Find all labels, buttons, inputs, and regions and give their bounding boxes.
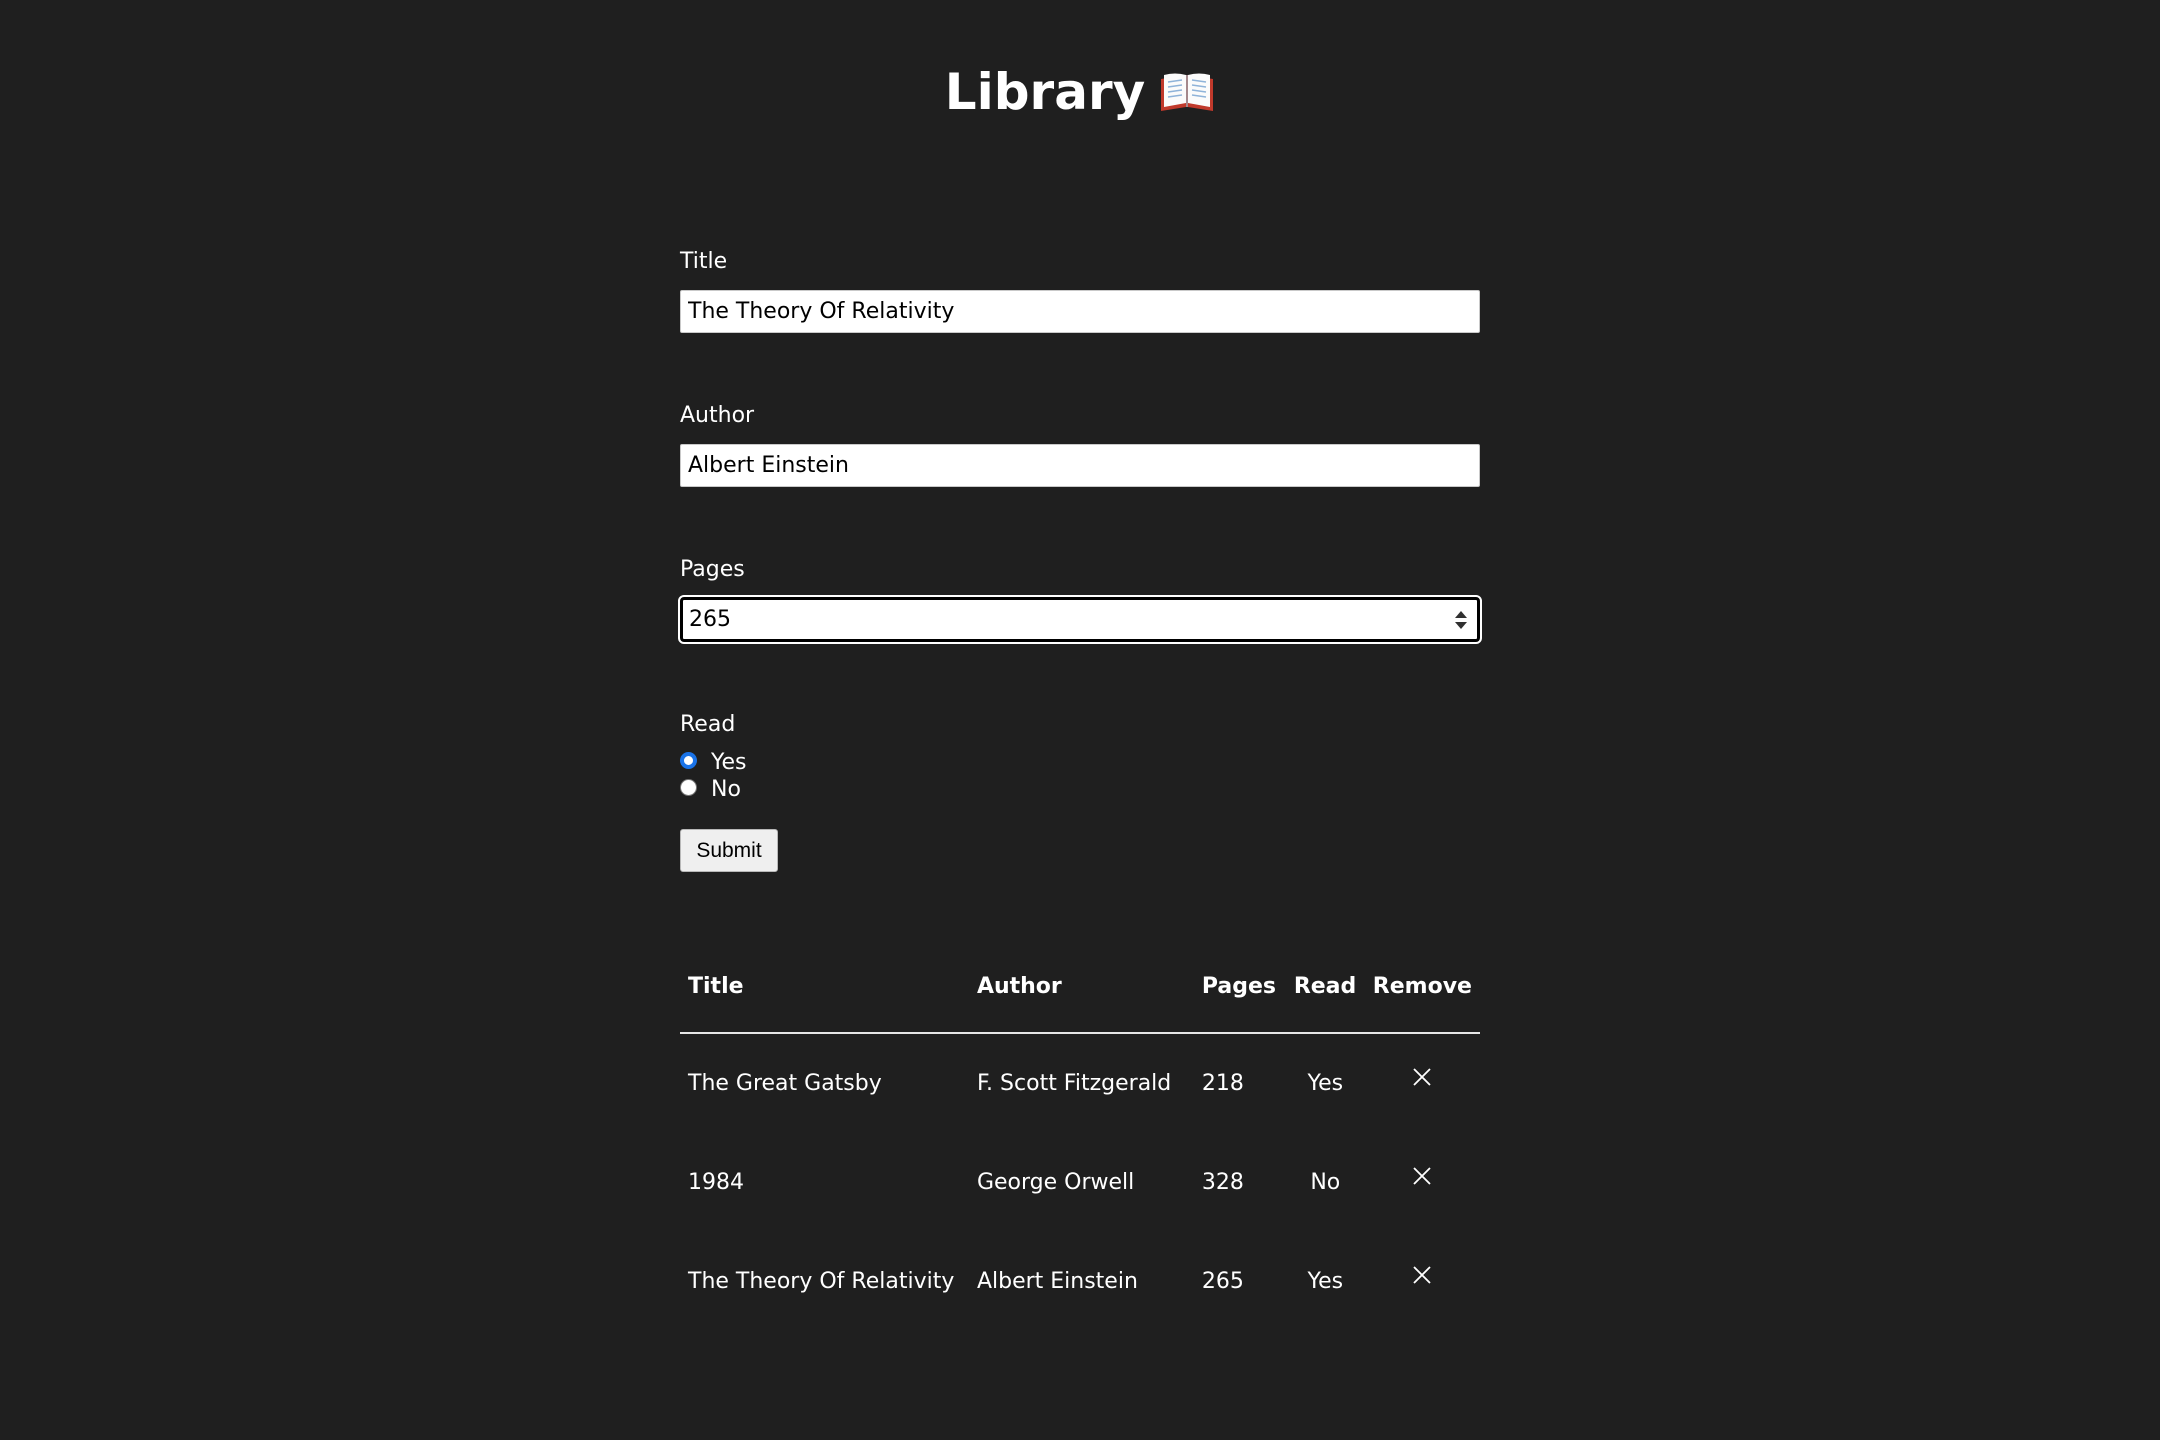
table-header-row: Title Author Pages Read Remove (680, 940, 1480, 1034)
add-book-form: Title Author Pages Read Yes No Submit (678, 246, 1482, 872)
cell-title: The Theory Of Relativity (688, 1269, 955, 1294)
author-input[interactable] (680, 444, 1480, 487)
cell-pages: 328 (1201, 1170, 1244, 1195)
cell-pages: 265 (1201, 1269, 1244, 1294)
title-input[interactable] (680, 290, 1480, 333)
cell-author: Albert Einstein (976, 1269, 1138, 1294)
table-row: The Great Gatsby F. Scott Fitzgerald 218… (680, 1033, 1480, 1133)
cell-title: 1984 (688, 1170, 744, 1195)
table-row: 1984 George Orwell 328 No (680, 1133, 1480, 1232)
read-no-label: No (711, 777, 741, 802)
pages-label: Pages (680, 557, 745, 582)
page-title: Library (945, 52, 1215, 132)
read-option-yes[interactable]: Yes (680, 749, 1480, 776)
read-label: Read (680, 712, 736, 737)
cell-read: Yes (1307, 1269, 1344, 1294)
page-header: Library (0, 52, 2160, 132)
books-table: Title Author Pages Read Remove The Great… (680, 940, 1480, 1331)
cell-author: George Orwell (976, 1170, 1135, 1195)
read-yes-label: Yes (711, 750, 747, 775)
submit-button[interactable]: Submit (680, 829, 778, 872)
close-icon[interactable] (1413, 1265, 1432, 1284)
read-yes-radio[interactable] (680, 752, 697, 769)
close-icon[interactable] (1413, 1166, 1432, 1185)
page-title-text: Library (944, 63, 1146, 121)
column-header-pages: Pages (1193, 940, 1286, 1034)
column-header-title: Title (680, 940, 969, 1034)
pages-input[interactable] (678, 595, 1482, 644)
table-row: The Theory Of Relativity Albert Einstein… (680, 1232, 1480, 1331)
cell-remove (1365, 1133, 1480, 1232)
column-header-author: Author (968, 940, 1194, 1034)
cell-remove (1365, 1232, 1480, 1331)
cell-author: F. Scott Fitzgerald (976, 1071, 1172, 1096)
cell-read: No (1310, 1170, 1341, 1195)
close-icon[interactable] (1413, 1067, 1432, 1086)
open-book-icon (1159, 56, 1215, 111)
read-option-no[interactable]: No (680, 776, 1480, 803)
title-label: Title (680, 249, 728, 274)
cell-remove (1365, 1033, 1480, 1133)
cell-title: The Great Gatsby (688, 1071, 882, 1096)
author-label: Author (680, 403, 755, 428)
library-page: Library Title Author Pages Read Yes No S… (0, 0, 2160, 1440)
cell-pages: 218 (1201, 1071, 1244, 1096)
read-no-radio[interactable] (680, 779, 697, 796)
cell-read: Yes (1307, 1071, 1344, 1096)
pages-spinner-icon[interactable] (1454, 609, 1468, 631)
pages-field (678, 595, 1482, 644)
column-header-remove: Remove (1364, 940, 1480, 1034)
column-header-read: Read (1285, 940, 1365, 1034)
